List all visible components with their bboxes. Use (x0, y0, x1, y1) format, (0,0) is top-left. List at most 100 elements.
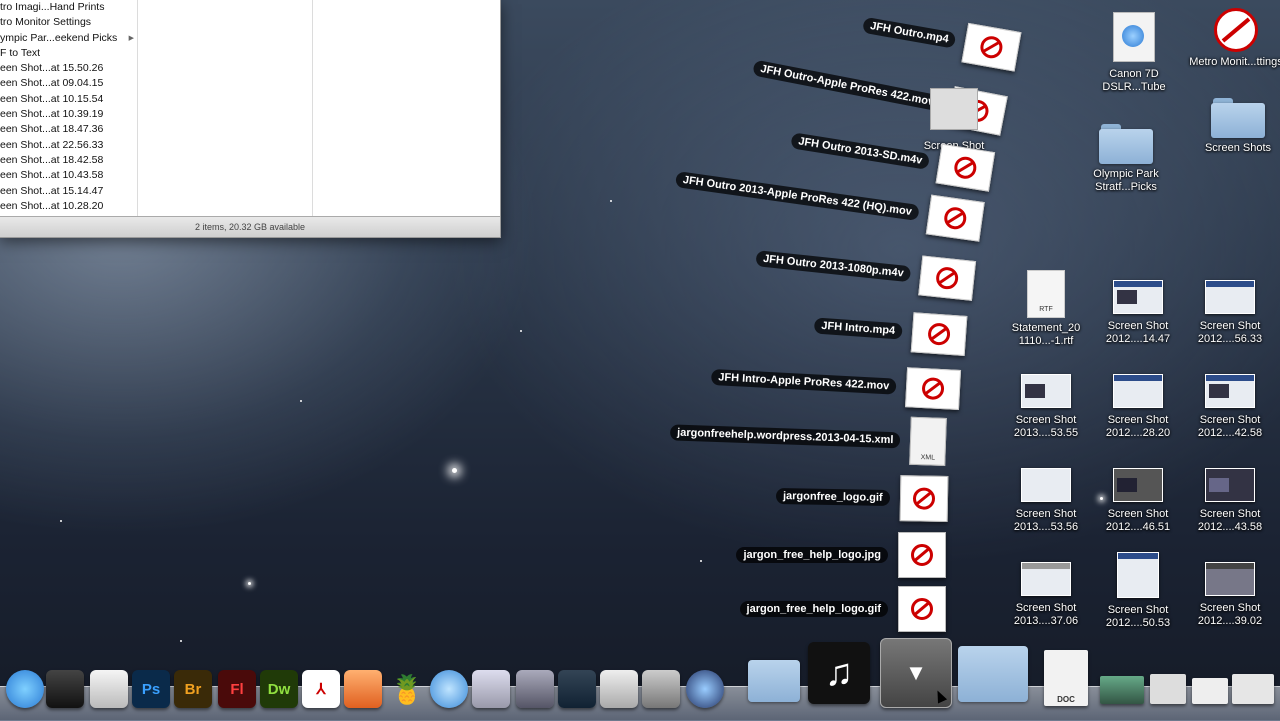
stack-item[interactable]: JFH Outro.mp4 (859, 5, 1022, 72)
folder-icon (1211, 98, 1265, 138)
printer-icon[interactable] (642, 670, 680, 708)
screenshot-thumbnail (1113, 468, 1163, 502)
desktop-icon-screenshot[interactable]: Screen Shot 2012....14.47 (1090, 280, 1186, 346)
camtasia-icon[interactable] (558, 670, 596, 708)
finder-row[interactable]: tro Imagi...Hand Prints (0, 0, 137, 15)
pineapple-icon[interactable]: 🍍 (388, 670, 426, 708)
stack-item[interactable]: JFH Intro-Apple ProRes 422.mov (710, 357, 962, 410)
screenshot-thumbnail[interactable] (930, 88, 978, 130)
no-sign-icon (1214, 8, 1258, 52)
screenshot-thumb-icon[interactable] (1192, 678, 1228, 704)
screen-sharing-icon[interactable] (516, 670, 554, 708)
no-sign-icon (961, 22, 1022, 72)
finder-row[interactable]: een Shot...at 10.43.58 (0, 168, 137, 183)
stack-item-label: jargon_free_help_logo.jpg (736, 547, 888, 563)
finder-row[interactable]: een Shot...at 22.56.33 (0, 138, 137, 153)
desktop-icon-screenshot[interactable]: Screen Shot 2012....56.33 (1182, 280, 1278, 346)
logo-image-icon (898, 586, 946, 632)
desktop-icon-screenshot[interactable]: Screen Shot 2013....37.06 (998, 562, 1094, 628)
finder-row[interactable]: een Shot...at 10.15.54 (0, 92, 137, 107)
pages-icon[interactable] (344, 670, 382, 708)
finder-row[interactable]: een Shot...at 10.28.20 (0, 199, 137, 214)
itunes-icon[interactable]: ♫ (808, 642, 870, 704)
desktop-icon-screenshot[interactable]: Screen Shot 2013....53.56 (998, 468, 1094, 534)
quicktime-icon[interactable] (686, 670, 724, 708)
finder-row[interactable]: F to Text (0, 46, 137, 61)
desktop-icon-screenshot[interactable]: Screen Shot 2012....46.51 (1090, 468, 1186, 534)
screenshot-thumb-icon[interactable] (1150, 674, 1186, 704)
logo-image-icon (898, 532, 946, 578)
stack-item-label: JFH Outro 2013-SD.m4v (789, 132, 931, 170)
no-sign-icon (918, 255, 977, 301)
stack-item[interactable]: jargonfree_logo.gif (776, 473, 949, 522)
messages-icon[interactable] (430, 670, 468, 708)
no-sign-icon (935, 143, 996, 192)
photoshop-icon[interactable]: Ps (132, 670, 170, 708)
desktop-icon-screenshot[interactable]: Screen Shot 2012....50.53 (1090, 552, 1186, 630)
screenshot-thumbnail (1117, 552, 1159, 598)
desktop-icon-screenshot[interactable]: Screen Shot 2012....43.58 (1182, 468, 1278, 534)
no-sign-icon (925, 194, 985, 242)
stack-item[interactable]: jargon_free_help_logo.jpg (736, 532, 946, 578)
desktop-icon-screenshot[interactable]: Screen Shot 2012....28.20 (1090, 374, 1186, 440)
messenger-icon[interactable] (6, 670, 44, 708)
desktop-icon-screenshot[interactable]: Screen Shot 2013....53.55 (998, 374, 1094, 440)
screenshot-thumbnail (1113, 374, 1163, 408)
finder-row[interactable]: tro Monitor Settings (0, 15, 137, 30)
iphoto-icon[interactable] (600, 670, 638, 708)
rtf-doc-icon: RTF (1027, 270, 1065, 318)
screenshot-thumbnail (1205, 374, 1255, 408)
stack-item-label: JFH Intro.mp4 (813, 317, 903, 340)
finder-window[interactable]: tro Imagi...Hand Prints tro Monitor Sett… (0, 0, 501, 238)
finder-row[interactable]: ympic Par...eekend Picks ▶ (0, 31, 137, 46)
finder-row[interactable]: een Shot...at 15.50.26 (0, 61, 137, 76)
bridge-icon[interactable]: Br (174, 670, 212, 708)
stack-item[interactable]: JFH Intro.mp4 (813, 305, 968, 356)
stack-item-label: JFH Outro 2013-1080p.m4v (755, 250, 912, 283)
screenshot-thumbnail (1205, 468, 1255, 502)
finder-row[interactable]: een Shot...at 18.47.36 (0, 122, 137, 137)
finder-row[interactable]: een Shot...at 10.39.19 (0, 107, 137, 122)
stack-item-label: JFH Intro-Apple ProRes 422.mov (710, 368, 897, 395)
logo-image-icon (899, 475, 949, 522)
no-sign-icon (910, 312, 968, 356)
desktop-icon-olympic-folder[interactable]: Olympic Park Stratf...Picks (1078, 124, 1174, 194)
screenshot-thumbnail (1205, 562, 1255, 596)
folder-icon (1099, 124, 1153, 164)
xml-doc-icon: XML (909, 416, 947, 466)
stack-item-label: JFH Outro-Apple ProRes 422.mov (752, 59, 943, 112)
desktop-icon-metro[interactable]: Metro Monit...ttings (1188, 8, 1280, 69)
safari-doc-icon (1113, 12, 1155, 62)
desktop-icon-statement[interactable]: RTF Statement_20 1110...-1.rtf (998, 270, 1094, 348)
finder-row[interactable]: een Shot...at 18.42.58 (0, 153, 137, 168)
applications-folder-icon[interactable] (748, 660, 800, 702)
acrobat-icon[interactable]: ⅄ (302, 670, 340, 708)
desktop-icon-screenshot[interactable]: Screen Shot 2012....42.58 (1182, 374, 1278, 440)
stack-item-label: JFH Outro.mp4 (861, 16, 957, 49)
preview-icon[interactable] (90, 670, 128, 708)
column-divider (312, 0, 313, 216)
desktop-icon-screen-shots-folder[interactable]: Screen Shots (1190, 98, 1280, 155)
stack-item[interactable]: jargon_free_help_logo.gif (739, 586, 946, 632)
no-sign-icon (905, 367, 962, 410)
screenshot-thumbnail (1021, 374, 1071, 408)
finder-row[interactable]: een Shot...at 15.14.47 (0, 184, 137, 199)
stack-item[interactable]: JFH Outro 2013-1080p.m4v (754, 238, 977, 301)
dreamweaver-icon[interactable]: Dw (260, 670, 298, 708)
finder-row[interactable]: een Shot...at 09.04.15 (0, 76, 137, 91)
doc-file-icon[interactable]: DOC (1044, 650, 1088, 706)
screenshot-thumb-icon[interactable] (1232, 674, 1274, 704)
stack-item-label: jargonfree_logo.gif (776, 488, 891, 506)
flash-icon[interactable]: Fl (218, 670, 256, 708)
screenshot-thumb-icon[interactable] (1100, 676, 1144, 704)
stack-item[interactable]: jargonfreehelp.wordpress.2013-04-15.xml … (669, 408, 947, 466)
documents-folder-icon[interactable] (958, 646, 1028, 702)
screenshot-thumbnail (1113, 280, 1163, 314)
desktop-icon-canon[interactable]: Canon 7D DSLR...Tube (1086, 12, 1182, 94)
stack-item-label: jargonfreehelp.wordpress.2013-04-15.xml (669, 424, 901, 449)
preview-loupe-icon[interactable] (472, 670, 510, 708)
stack-item-label: JFH Outro 2013-Apple ProRes 422 (HQ).mov (674, 171, 920, 222)
desktop-icon-screenshot[interactable]: Screen Shot 2012....39.02 (1182, 562, 1278, 628)
stack-item-label: jargon_free_help_logo.gif (739, 601, 888, 617)
final-cut-icon[interactable] (46, 670, 84, 708)
